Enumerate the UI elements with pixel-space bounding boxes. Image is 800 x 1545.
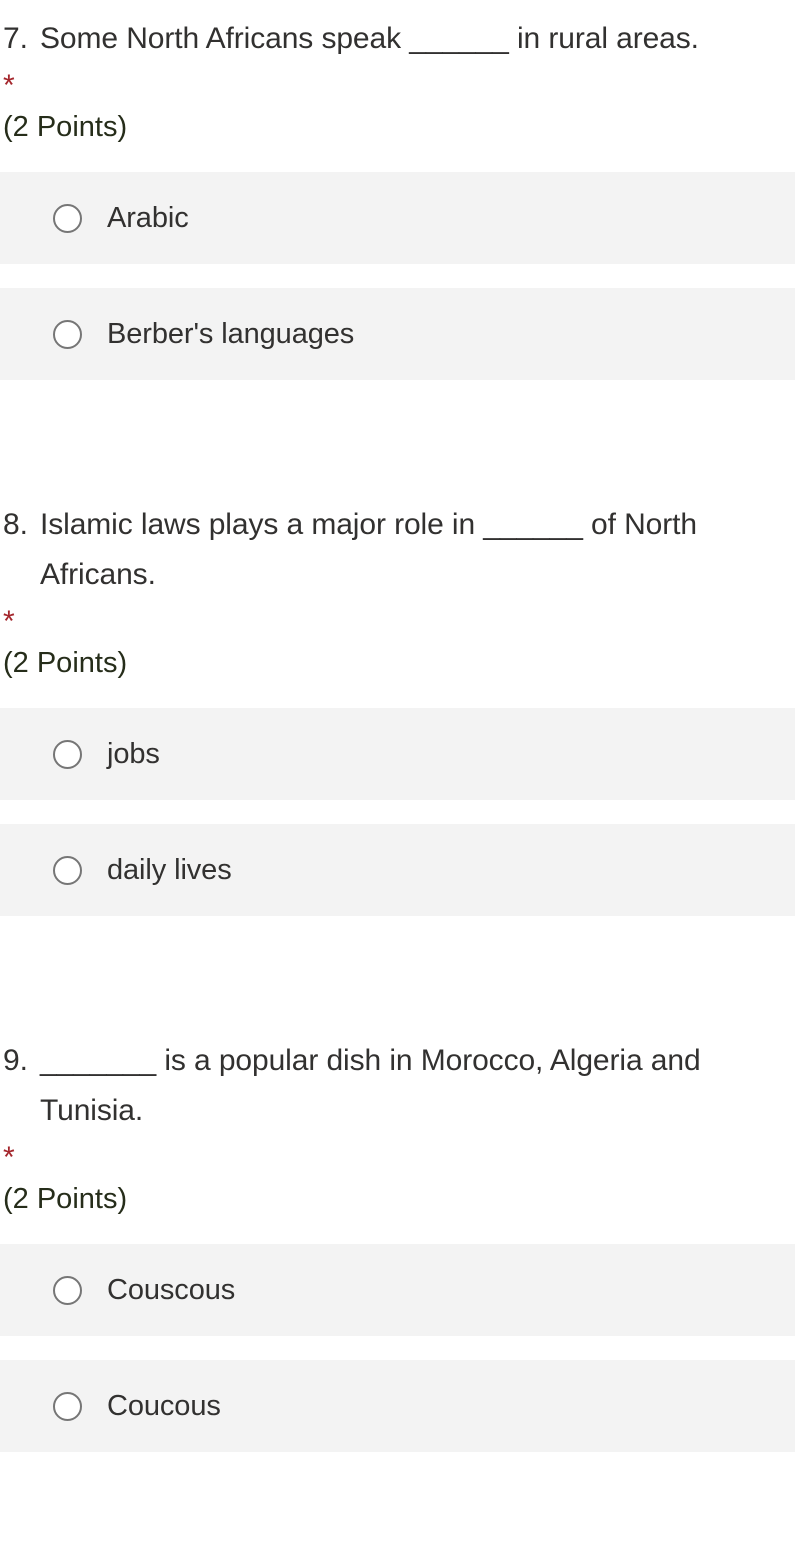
option-label: Arabic: [107, 202, 189, 234]
option-label: Berber's languages: [107, 318, 355, 350]
option-label: Coucous: [107, 1390, 221, 1422]
required-marker: *: [3, 69, 15, 102]
option-row[interactable]: Berber's languages: [0, 288, 795, 380]
question-points: (2 Points): [3, 111, 128, 143]
option-row[interactable]: jobs: [0, 708, 795, 800]
option-row[interactable]: Couscous: [0, 1244, 795, 1336]
required-marker: *: [3, 1141, 15, 1174]
question-title: 9. _______ is a popular dish in Morocco, …: [0, 1036, 800, 1136]
question-number: 7.: [3, 22, 28, 55]
option-group: jobs daily lives: [0, 708, 800, 916]
option-group: Arabic Berber's languages: [0, 172, 800, 380]
question-title: 7. Some North Africans speak ______ in ru…: [0, 14, 800, 64]
question-points: (2 Points): [3, 647, 128, 679]
radio-button-icon[interactable]: [53, 739, 82, 769]
question-number: 9.: [3, 1044, 28, 1077]
quiz-form: 7. Some North Africans speak ______ in ru…: [0, 0, 800, 1452]
option-group: Couscous Coucous: [0, 1244, 800, 1452]
radio-button-icon[interactable]: [53, 855, 82, 885]
question-block: 7. Some North Africans speak ______ in ru…: [0, 14, 800, 380]
radio-button-icon[interactable]: [53, 203, 82, 233]
question-text: _______ is a popular dish in Morocco, Al…: [40, 1044, 701, 1127]
question-block: 8. Islamic laws plays a major role in ___…: [0, 500, 800, 916]
question-points: (2 Points): [3, 1183, 128, 1215]
question-number: 8.: [3, 508, 28, 541]
option-label: jobs: [107, 738, 160, 770]
question-title: 8. Islamic laws plays a major role in ___…: [0, 500, 800, 600]
required-marker: *: [3, 605, 15, 638]
question-block: 9. _______ is a popular dish in Morocco, …: [0, 1036, 800, 1452]
option-label: Couscous: [107, 1274, 236, 1306]
question-text: Some North Africans speak ______ in rura…: [40, 22, 699, 55]
option-row[interactable]: Coucous: [0, 1360, 795, 1452]
option-label: daily lives: [107, 854, 232, 886]
option-row[interactable]: Arabic: [0, 172, 795, 264]
radio-button-icon[interactable]: [53, 319, 82, 349]
radio-button-icon[interactable]: [53, 1275, 82, 1305]
radio-button-icon[interactable]: [53, 1391, 82, 1421]
option-row[interactable]: daily lives: [0, 824, 795, 916]
question-text: Islamic laws plays a major role in _____…: [40, 508, 697, 591]
